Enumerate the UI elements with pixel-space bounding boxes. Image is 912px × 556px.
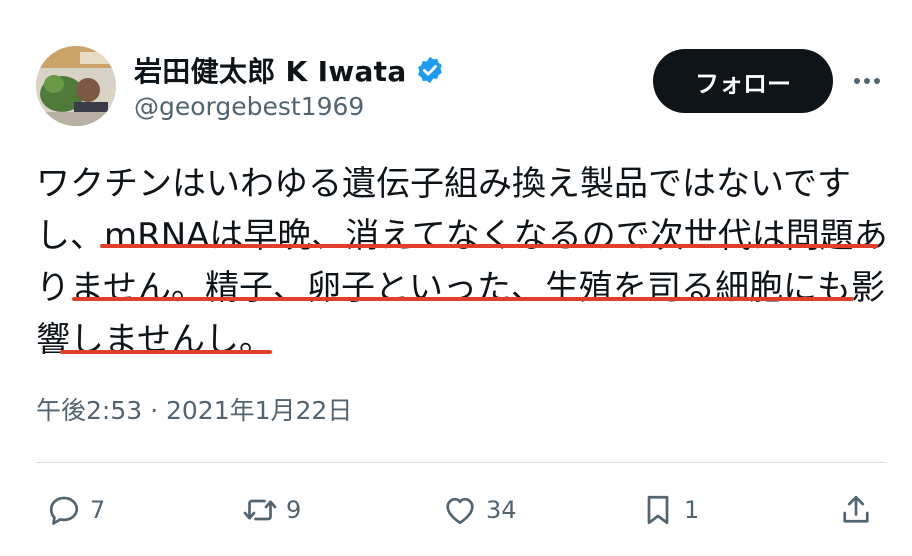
red-underline-mark [60, 350, 272, 354]
tweet-timestamp[interactable]: 午後2:53 · 2021年1月22日 [36, 391, 352, 427]
like-icon [446, 497, 474, 525]
retweet-count: 9 [286, 496, 302, 524]
bookmark-icon [647, 495, 669, 525]
tweet-text-line: し、mRNAは早晩、消えてなくなるので次世代は問題あ [36, 216, 888, 256]
reply-count: 7 [90, 496, 106, 524]
author-display-name[interactable]: 岩田健太郎 K Iwata [134, 50, 407, 90]
share-button[interactable] [838, 490, 874, 530]
red-underline-mark [72, 297, 854, 301]
avatar[interactable] [36, 46, 116, 126]
like-count: 34 [486, 496, 517, 524]
verified-badge-icon [417, 56, 442, 84]
bookmark-count: 1 [684, 496, 700, 524]
tweet-text-line: ワクチンはいわゆる遺伝子組み換え製品ではないです [36, 164, 851, 204]
author-handle[interactable]: @georgebest1969 [134, 92, 364, 121]
more-icon[interactable] [849, 67, 885, 95]
retweet-button[interactable]: 9 [242, 490, 301, 530]
tweet-text-line: 響しませんし。 [36, 320, 273, 360]
tweet-text: ワクチンはいわゆる遺伝子組み換え製品ではないです し、mRNAは早晩、消えてなく… [36, 158, 896, 366]
retweet-icon [243, 499, 277, 521]
red-underline-mark [100, 244, 878, 248]
tweet-text-line: りません。精子、卵子といった、生殖を司る細胞にも影 [36, 268, 885, 308]
author-name-row: 岩田健太郎 K Iwata [134, 50, 445, 90]
like-button[interactable]: 34 [442, 490, 517, 530]
bookmark-button[interactable]: 1 [640, 490, 699, 530]
reply-button[interactable]: 7 [46, 490, 105, 530]
share-icon [843, 495, 869, 523]
divider [36, 462, 886, 463]
reply-icon [49, 496, 79, 525]
follow-button[interactable]: フォロー [653, 49, 833, 113]
